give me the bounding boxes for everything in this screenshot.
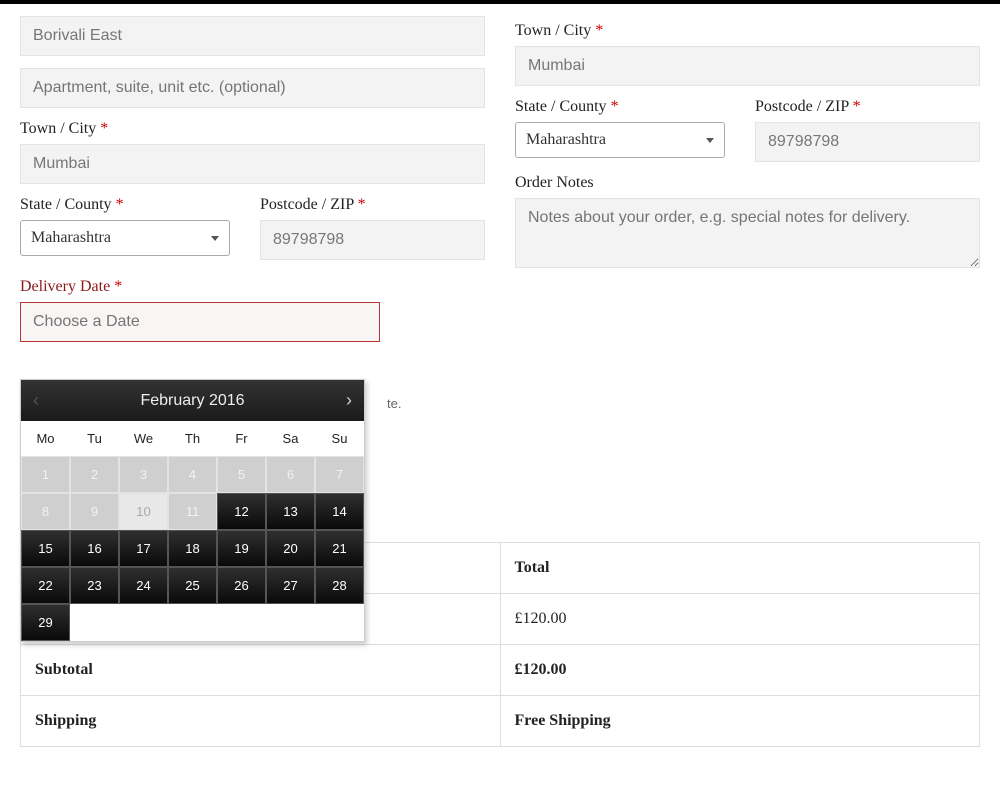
chevron-down-icon xyxy=(706,138,714,143)
datepicker-empty xyxy=(168,604,217,641)
datepicker-day: 11 xyxy=(168,493,217,530)
datepicker-dow: Fr xyxy=(217,421,266,456)
billing-state-select[interactable]: Maharashtra xyxy=(20,220,230,256)
datepicker-empty xyxy=(266,604,315,641)
datepicker-day[interactable]: 14 xyxy=(315,493,364,530)
datepicker-day[interactable]: 22 xyxy=(21,567,70,604)
order-shipping-label: Shipping xyxy=(21,696,501,747)
shipping-city-input[interactable] xyxy=(515,46,980,86)
billing-street2-input[interactable] xyxy=(20,68,485,108)
order-subtotal-value: £120.00 xyxy=(500,645,980,696)
billing-postcode-label: Postcode / ZIP * xyxy=(260,196,485,214)
datepicker-dow: Sa xyxy=(266,421,315,456)
datepicker-title: February 2016 xyxy=(39,392,346,410)
datepicker-day[interactable]: 29 xyxy=(21,604,70,641)
billing-street1-input[interactable] xyxy=(20,16,485,56)
billing-city-label: Town / City * xyxy=(20,120,485,138)
shipping-state-select[interactable]: Maharashtra xyxy=(515,122,725,158)
datepicker-day[interactable]: 12 xyxy=(217,493,266,530)
datepicker-day[interactable]: 23 xyxy=(70,567,119,604)
datepicker-day[interactable]: 25 xyxy=(168,567,217,604)
delivery-date-label: Delivery Date * xyxy=(20,278,485,296)
billing-postcode-input[interactable] xyxy=(260,220,485,260)
datepicker-day[interactable]: 13 xyxy=(266,493,315,530)
datepicker-next-icon[interactable]: › xyxy=(346,390,352,411)
delivery-date-input[interactable] xyxy=(20,302,380,342)
datepicker-dow: Tu xyxy=(70,421,119,456)
delivery-hint-fragment: te. xyxy=(387,396,401,411)
datepicker-day[interactable]: 24 xyxy=(119,567,168,604)
datepicker-empty xyxy=(315,604,364,641)
billing-state-label: State / County * xyxy=(20,196,230,214)
datepicker-day: 5 xyxy=(217,456,266,493)
order-header-total: Total xyxy=(500,543,980,594)
shipping-postcode-label: Postcode / ZIP * xyxy=(755,98,980,116)
order-row-price: £120.00 xyxy=(500,594,980,645)
datepicker-day[interactable]: 17 xyxy=(119,530,168,567)
datepicker-day: 4 xyxy=(168,456,217,493)
datepicker-empty xyxy=(217,604,266,641)
datepicker-dow: Th xyxy=(168,421,217,456)
datepicker-day[interactable]: 19 xyxy=(217,530,266,567)
datepicker-dow: Mo xyxy=(21,421,70,456)
datepicker-day[interactable]: 20 xyxy=(266,530,315,567)
datepicker-day[interactable]: 21 xyxy=(315,530,364,567)
datepicker-day: 2 xyxy=(70,456,119,493)
order-notes-label: Order Notes xyxy=(515,174,980,192)
datepicker-day: 3 xyxy=(119,456,168,493)
chevron-down-icon xyxy=(211,236,219,241)
order-notes-textarea[interactable] xyxy=(515,198,980,268)
datepicker-dow: We xyxy=(119,421,168,456)
shipping-state-label: State / County * xyxy=(515,98,725,116)
datepicker-day[interactable]: 16 xyxy=(70,530,119,567)
datepicker-day[interactable]: 28 xyxy=(315,567,364,604)
datepicker-day[interactable]: 26 xyxy=(217,567,266,604)
datepicker-dow: Su xyxy=(315,421,364,456)
datepicker-day: 6 xyxy=(266,456,315,493)
datepicker: ‹ February 2016 › MoTuWeThFrSaSu 1234567… xyxy=(20,379,365,642)
shipping-city-label: Town / City * xyxy=(515,22,980,40)
datepicker-day: 8 xyxy=(21,493,70,530)
billing-city-input[interactable] xyxy=(20,144,485,184)
order-shipping-value: Free Shipping xyxy=(500,696,980,747)
datepicker-day: 1 xyxy=(21,456,70,493)
datepicker-day: 10 xyxy=(119,493,168,530)
datepicker-day[interactable]: 27 xyxy=(266,567,315,604)
datepicker-empty xyxy=(119,604,168,641)
datepicker-day: 9 xyxy=(70,493,119,530)
datepicker-day[interactable]: 18 xyxy=(168,530,217,567)
datepicker-day[interactable]: 15 xyxy=(21,530,70,567)
shipping-postcode-input[interactable] xyxy=(755,122,980,162)
datepicker-day: 7 xyxy=(315,456,364,493)
order-subtotal-label: Subtotal xyxy=(21,645,501,696)
datepicker-empty xyxy=(70,604,119,641)
